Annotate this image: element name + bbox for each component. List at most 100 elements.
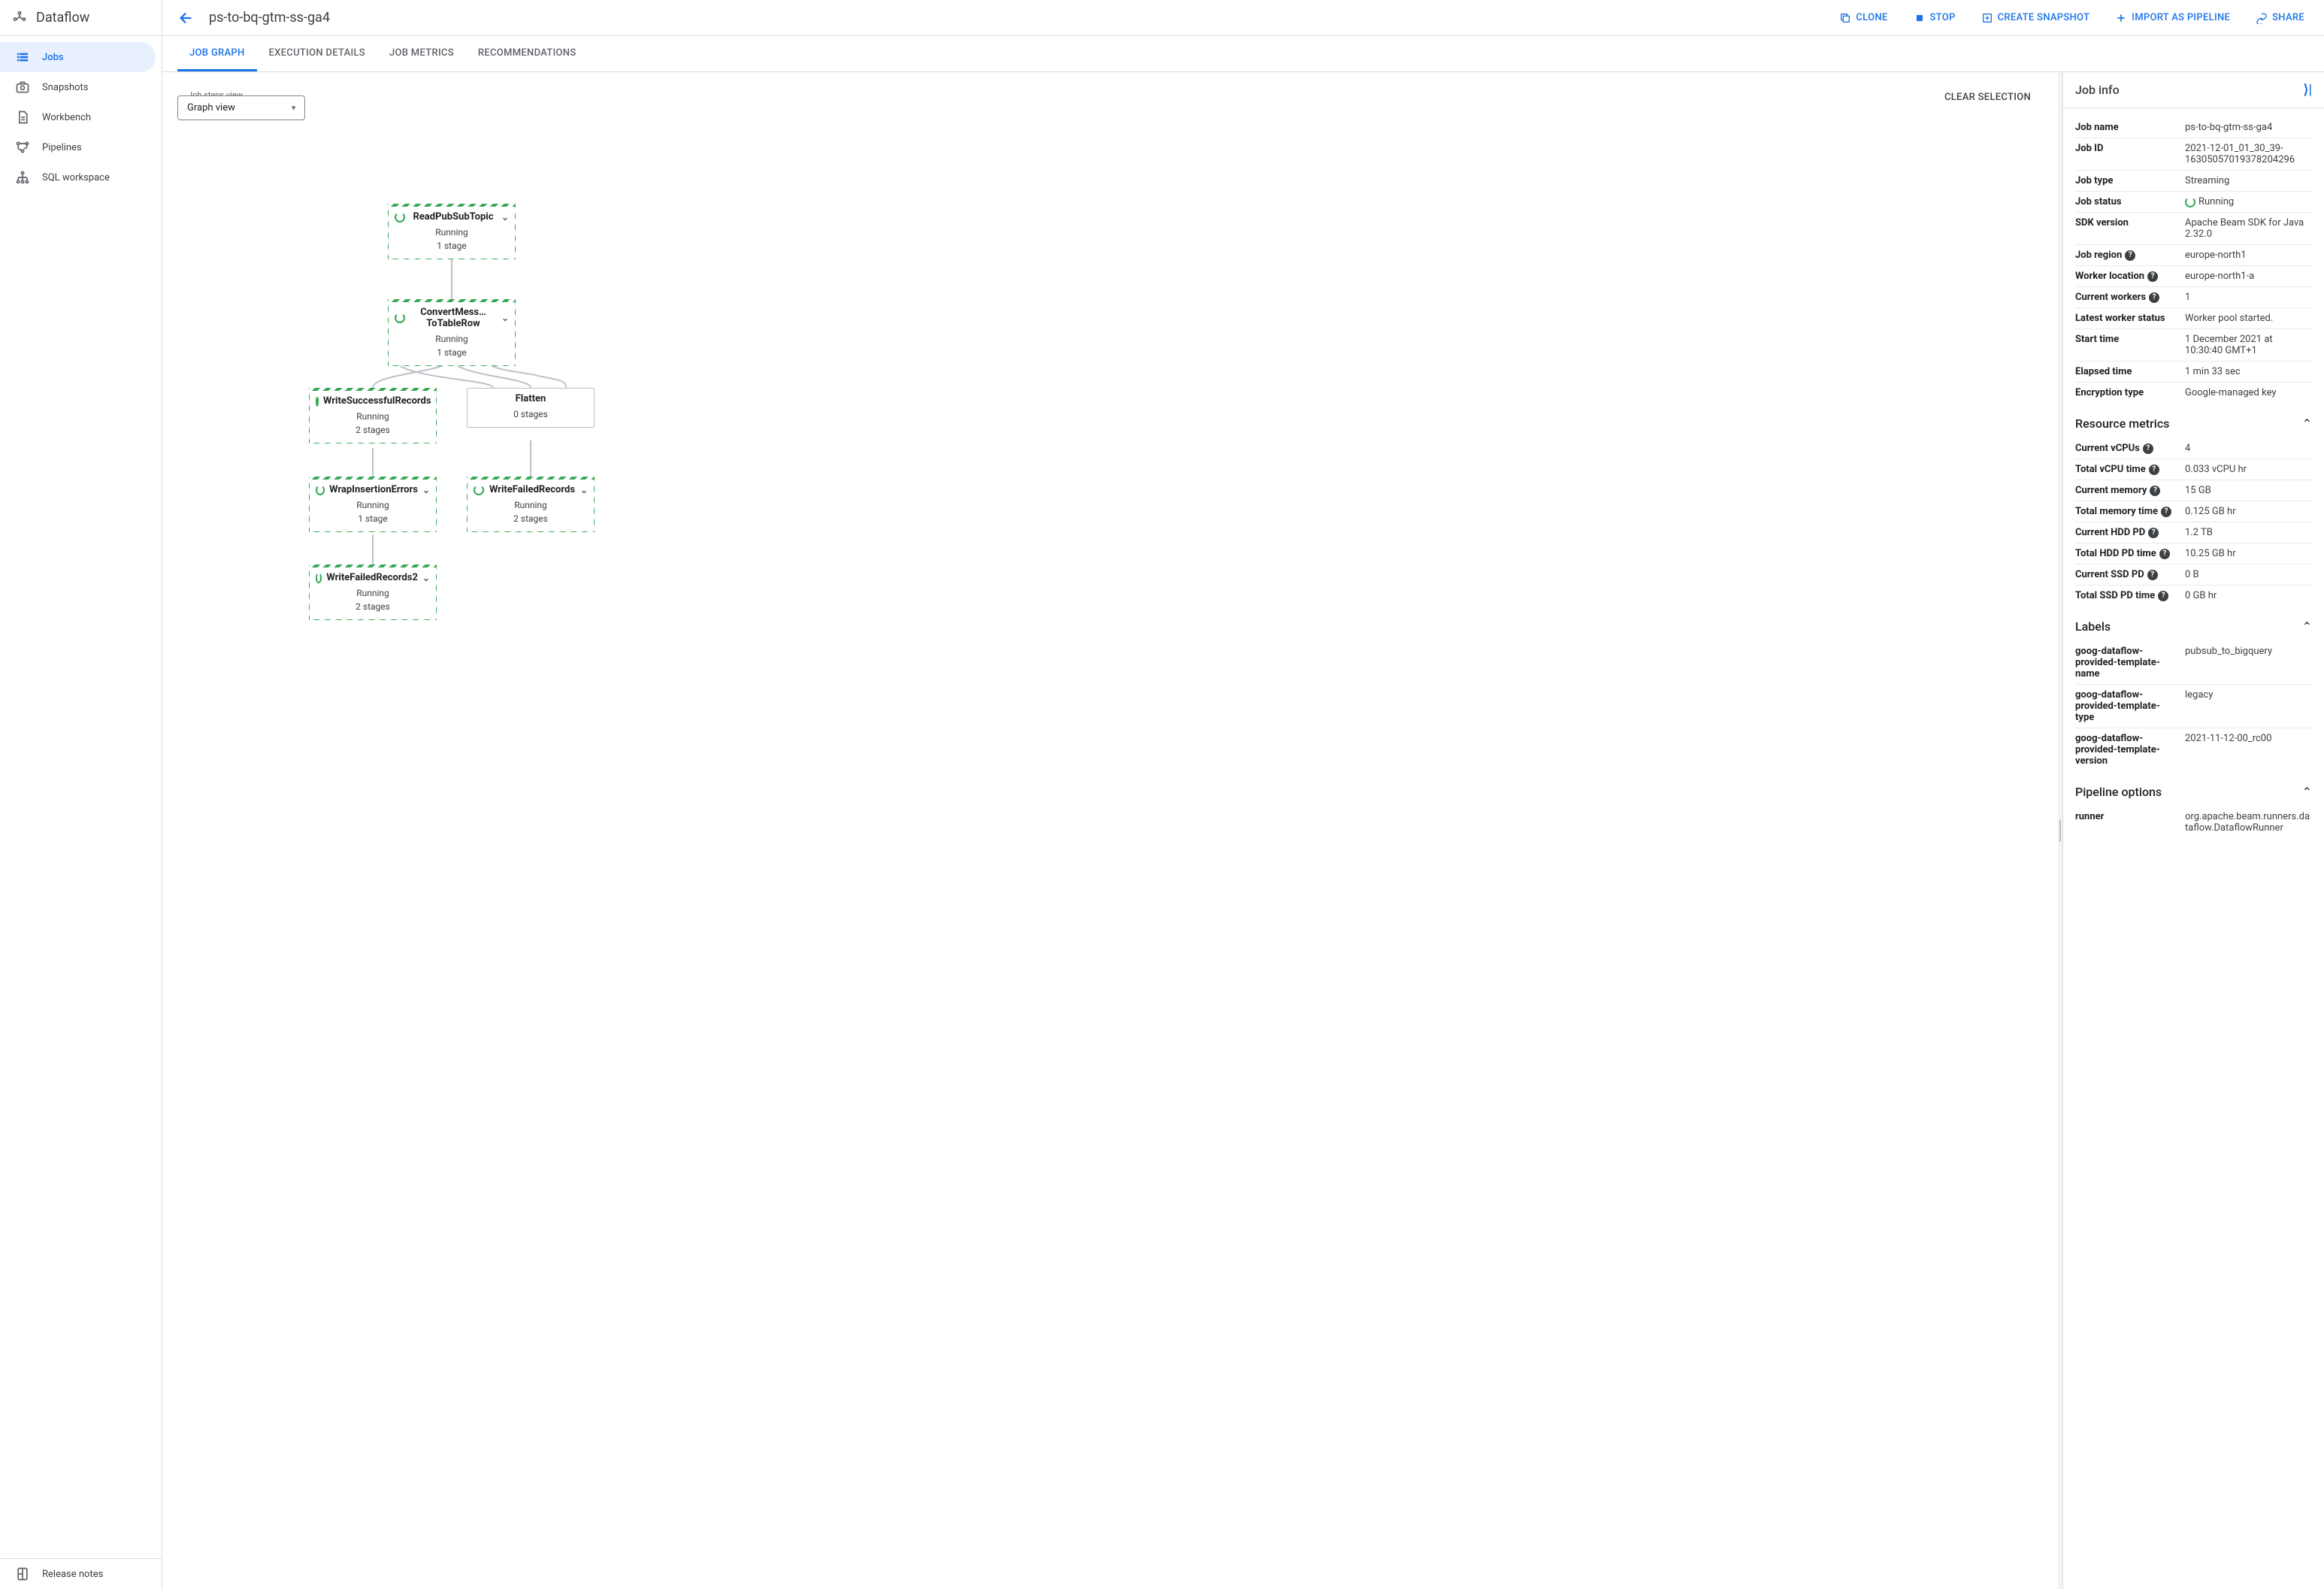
- nav: Jobs Snapshots Workbench Pipelines SQL w…: [0, 36, 162, 1558]
- section-resource-metrics[interactable]: Resource metrics ⌃: [2075, 403, 2312, 438]
- panel-body: Job nameps-to-bq-gtm-ss-ga4Job ID2021-12…: [2063, 108, 2324, 1589]
- clear-selection-button[interactable]: CLEAR SELECTION: [1944, 92, 2031, 103]
- info-label: Job type: [2075, 175, 2179, 186]
- info-label: goog-dataflow-provided-template-type: [2075, 689, 2179, 723]
- chevron-down-icon[interactable]: ⌄: [580, 485, 588, 495]
- info-value: Running: [2185, 196, 2312, 207]
- node-status: Running: [474, 498, 588, 512]
- node-write-successful[interactable]: WriteSuccessfulRecords⌄ Running2 stages: [309, 388, 437, 443]
- sidebar-item-pipelines[interactable]: Pipelines: [0, 132, 156, 162]
- info-label: Elapsed time: [2075, 366, 2179, 377]
- chevron-down-icon[interactable]: ⌄: [501, 313, 509, 323]
- info-value: 1.2 TB: [2185, 527, 2312, 538]
- info-row: Total HDD PD time?10.25 GB hr: [2075, 543, 2312, 564]
- info-value: org.apache.beam.runners.dataflow.Dataflo…: [2185, 811, 2312, 834]
- node-read-pubsub-topic[interactable]: ReadPubSubTopic⌄ Running1 stage: [388, 204, 516, 259]
- clone-button[interactable]: Clone: [1832, 6, 1895, 30]
- chevron-up-icon: ⌃: [2302, 416, 2312, 431]
- job-steps-view-select[interactable]: Graph view: [177, 95, 305, 120]
- help-icon[interactable]: ?: [2159, 549, 2170, 559]
- info-label: Worker location?: [2075, 271, 2179, 282]
- info-value: 1 December 2021 at 10:30:40 GMT+1: [2185, 334, 2312, 356]
- graph-canvas[interactable]: Job steps view Graph view CLEAR SELECTIO…: [162, 72, 2058, 1589]
- info-label: Current vCPUs?: [2075, 443, 2179, 454]
- clone-label: Clone: [1856, 12, 1887, 23]
- node-write-failed-records[interactable]: WriteFailedRecords⌄ Running2 stages: [467, 477, 595, 532]
- node-title: ConvertMess…ToTableRow: [410, 307, 497, 329]
- node-status: Running: [316, 498, 430, 512]
- stop-icon: [1914, 12, 1926, 24]
- info-label: Total memory time?: [2075, 506, 2179, 517]
- chevron-down-icon[interactable]: ⌄: [422, 573, 430, 583]
- tab-execution-details[interactable]: Execution Details: [257, 36, 377, 71]
- info-row: Start time1 December 2021 at 10:30:40 GM…: [2075, 329, 2312, 362]
- info-value: 1 min 33 sec: [2185, 366, 2312, 377]
- share-label: Share: [2272, 12, 2304, 23]
- info-value: 2021-12-01_01_30_39-16305057019378204296: [2185, 143, 2312, 165]
- info-value: 4: [2185, 443, 2312, 454]
- collapse-panel-button[interactable]: ⟩|: [2303, 82, 2312, 98]
- panel-resize-handle[interactable]: [2058, 72, 2062, 1589]
- panel-header: Job info ⟩|: [2063, 72, 2324, 108]
- node-flatten[interactable]: Flatten 0 stages: [467, 388, 595, 428]
- stop-button[interactable]: Stop: [1906, 6, 1963, 30]
- info-row: goog-dataflow-provided-template-version2…: [2075, 728, 2312, 771]
- tab-job-metrics[interactable]: Job Metrics: [377, 36, 466, 71]
- node-write-failed-records-2[interactable]: WriteFailedRecords2⌄ Running2 stages: [309, 564, 437, 620]
- tab-recommendations[interactable]: Recommendations: [466, 36, 589, 71]
- info-label: Total SSD PD time?: [2075, 590, 2179, 601]
- help-icon[interactable]: ?: [2149, 465, 2159, 475]
- tab-job-graph[interactable]: Job Graph: [177, 36, 257, 71]
- chevron-up-icon: ⌃: [2302, 619, 2312, 634]
- info-label: Total HDD PD time?: [2075, 548, 2179, 559]
- info-value: Streaming: [2185, 175, 2312, 186]
- info-row: SDK versionApache Beam SDK for Java 2.32…: [2075, 213, 2312, 245]
- content: Job steps view Graph view CLEAR SELECTIO…: [162, 72, 2324, 1589]
- release-notes-label: Release notes: [42, 1569, 103, 1580]
- section-pipeline-options[interactable]: Pipeline options ⌃: [2075, 771, 2312, 807]
- info-label: Job name: [2075, 122, 2179, 133]
- info-value: ps-to-bq-gtm-ss-ga4: [2185, 122, 2312, 133]
- sidebar-item-sql-workspace[interactable]: SQL workspace: [0, 162, 156, 192]
- info-row: Current memory?15 GB: [2075, 480, 2312, 501]
- help-icon[interactable]: ?: [2147, 570, 2158, 580]
- info-label: SDK version: [2075, 217, 2179, 229]
- help-icon[interactable]: ?: [2161, 507, 2171, 517]
- chevron-down-icon[interactable]: ⌄: [436, 396, 437, 407]
- sidebar-release-notes[interactable]: Release notes: [0, 1558, 162, 1589]
- node-wrap-insertion-errors[interactable]: WrapInsertionErrors⌄ Running1 stage: [309, 477, 437, 532]
- help-icon[interactable]: ?: [2147, 271, 2158, 282]
- panel-title: Job info: [2075, 83, 2120, 97]
- node-title: ReadPubSubTopic: [410, 211, 497, 222]
- sidebar-item-label: Pipelines: [42, 142, 82, 153]
- sidebar-item-jobs[interactable]: Jobs: [0, 42, 156, 72]
- node-convert-message[interactable]: ConvertMess…ToTableRow⌄ Running1 stage: [388, 299, 516, 366]
- chevron-down-icon[interactable]: ⌄: [501, 212, 509, 222]
- import-pipeline-button[interactable]: Import as pipeline: [2108, 6, 2238, 30]
- info-value: europe-north1: [2185, 250, 2312, 261]
- help-icon[interactable]: ?: [2150, 486, 2160, 496]
- sidebar-item-workbench[interactable]: Workbench: [0, 102, 156, 132]
- back-button[interactable]: [174, 6, 198, 30]
- help-icon[interactable]: ?: [2143, 443, 2153, 454]
- help-icon[interactable]: ?: [2148, 528, 2159, 538]
- create-snapshot-button[interactable]: Create snapshot: [1974, 6, 2098, 30]
- sidebar-item-snapshots[interactable]: Snapshots: [0, 72, 156, 102]
- sidebar-item-label: Snapshots: [42, 82, 89, 93]
- section-labels[interactable]: Labels ⌃: [2075, 606, 2312, 641]
- share-button[interactable]: Share: [2248, 6, 2312, 30]
- info-value: Google-managed key: [2185, 387, 2312, 398]
- chevron-down-icon[interactable]: ⌄: [422, 485, 430, 495]
- sidebar-item-label: Jobs: [42, 52, 64, 63]
- info-value: 15 GB: [2185, 485, 2312, 496]
- info-row: Worker location?europe-north1-a: [2075, 266, 2312, 287]
- node-title: WrapInsertionErrors: [329, 484, 418, 495]
- help-icon[interactable]: ?: [2158, 591, 2168, 601]
- info-value: 0.033 vCPU hr: [2185, 464, 2312, 475]
- spinner-icon: [474, 485, 484, 495]
- sidebar-item-label: Workbench: [42, 112, 91, 123]
- snapshot-icon: [1981, 12, 1993, 24]
- help-icon[interactable]: ?: [2125, 250, 2135, 261]
- snapshot-label: Create snapshot: [1998, 12, 2090, 23]
- help-icon[interactable]: ?: [2149, 292, 2159, 303]
